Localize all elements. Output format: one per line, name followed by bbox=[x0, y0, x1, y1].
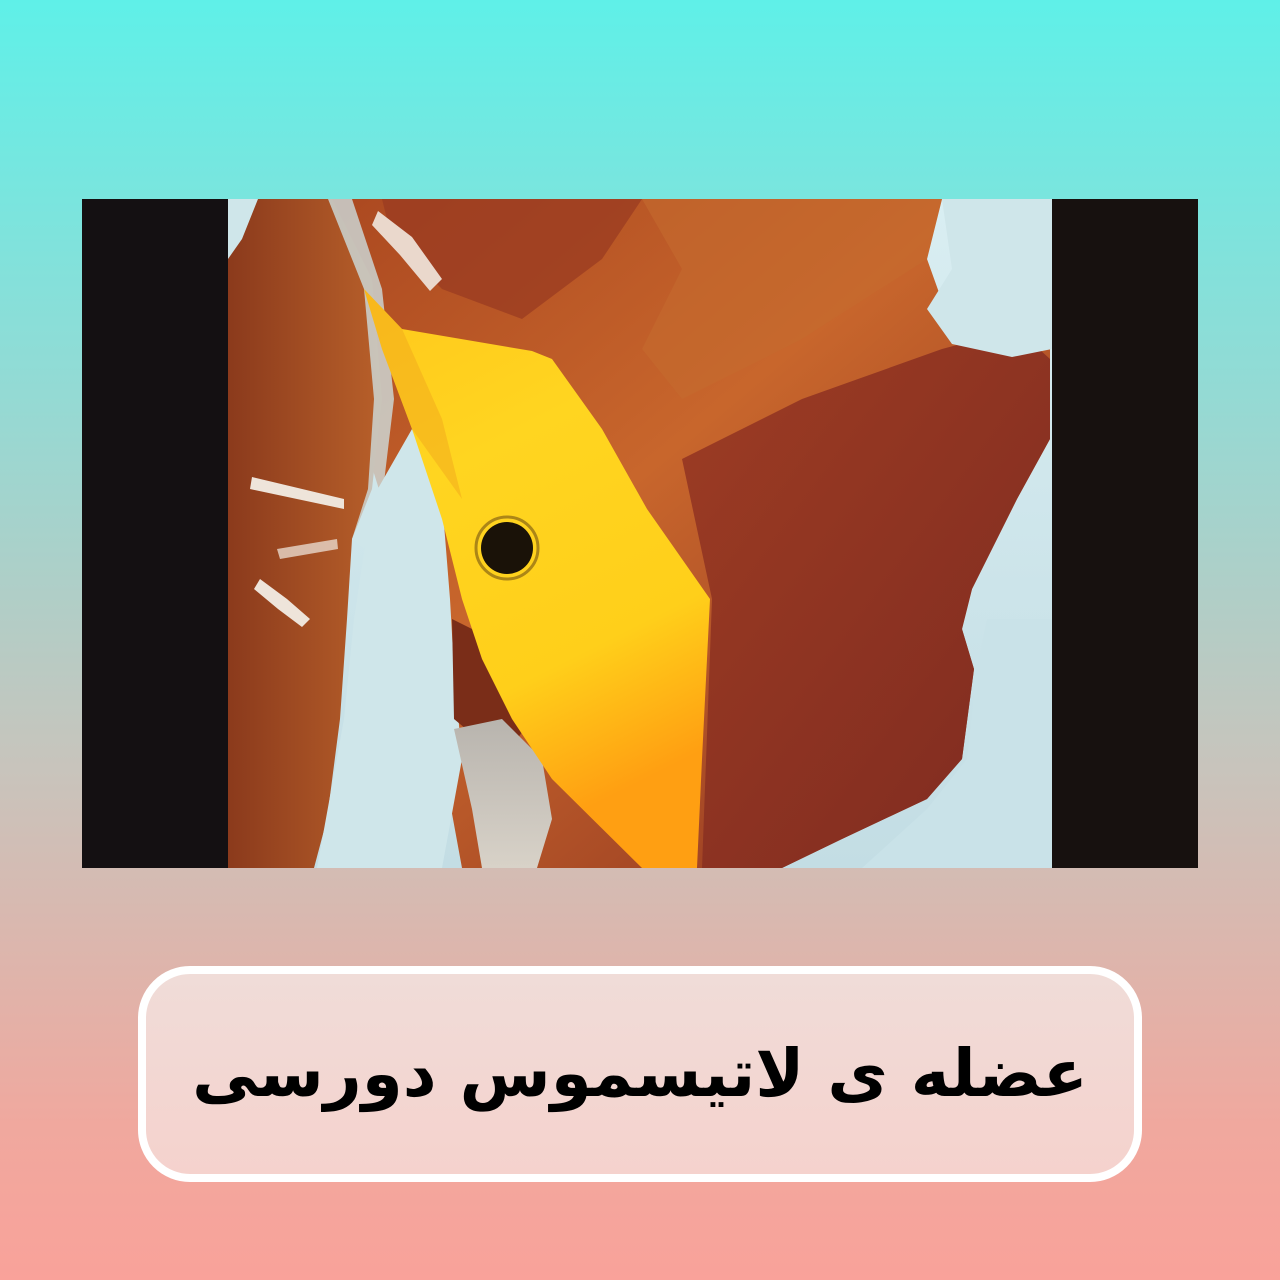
anatomy-figure bbox=[82, 199, 1198, 868]
marker-dot bbox=[481, 522, 533, 574]
latissimus-dorsi-illustration bbox=[82, 199, 1198, 868]
caption-title: عضله ی لاتیسموس دورسی bbox=[192, 1035, 1088, 1112]
caption-box: عضله ی لاتیسموس دورسی bbox=[138, 966, 1142, 1182]
